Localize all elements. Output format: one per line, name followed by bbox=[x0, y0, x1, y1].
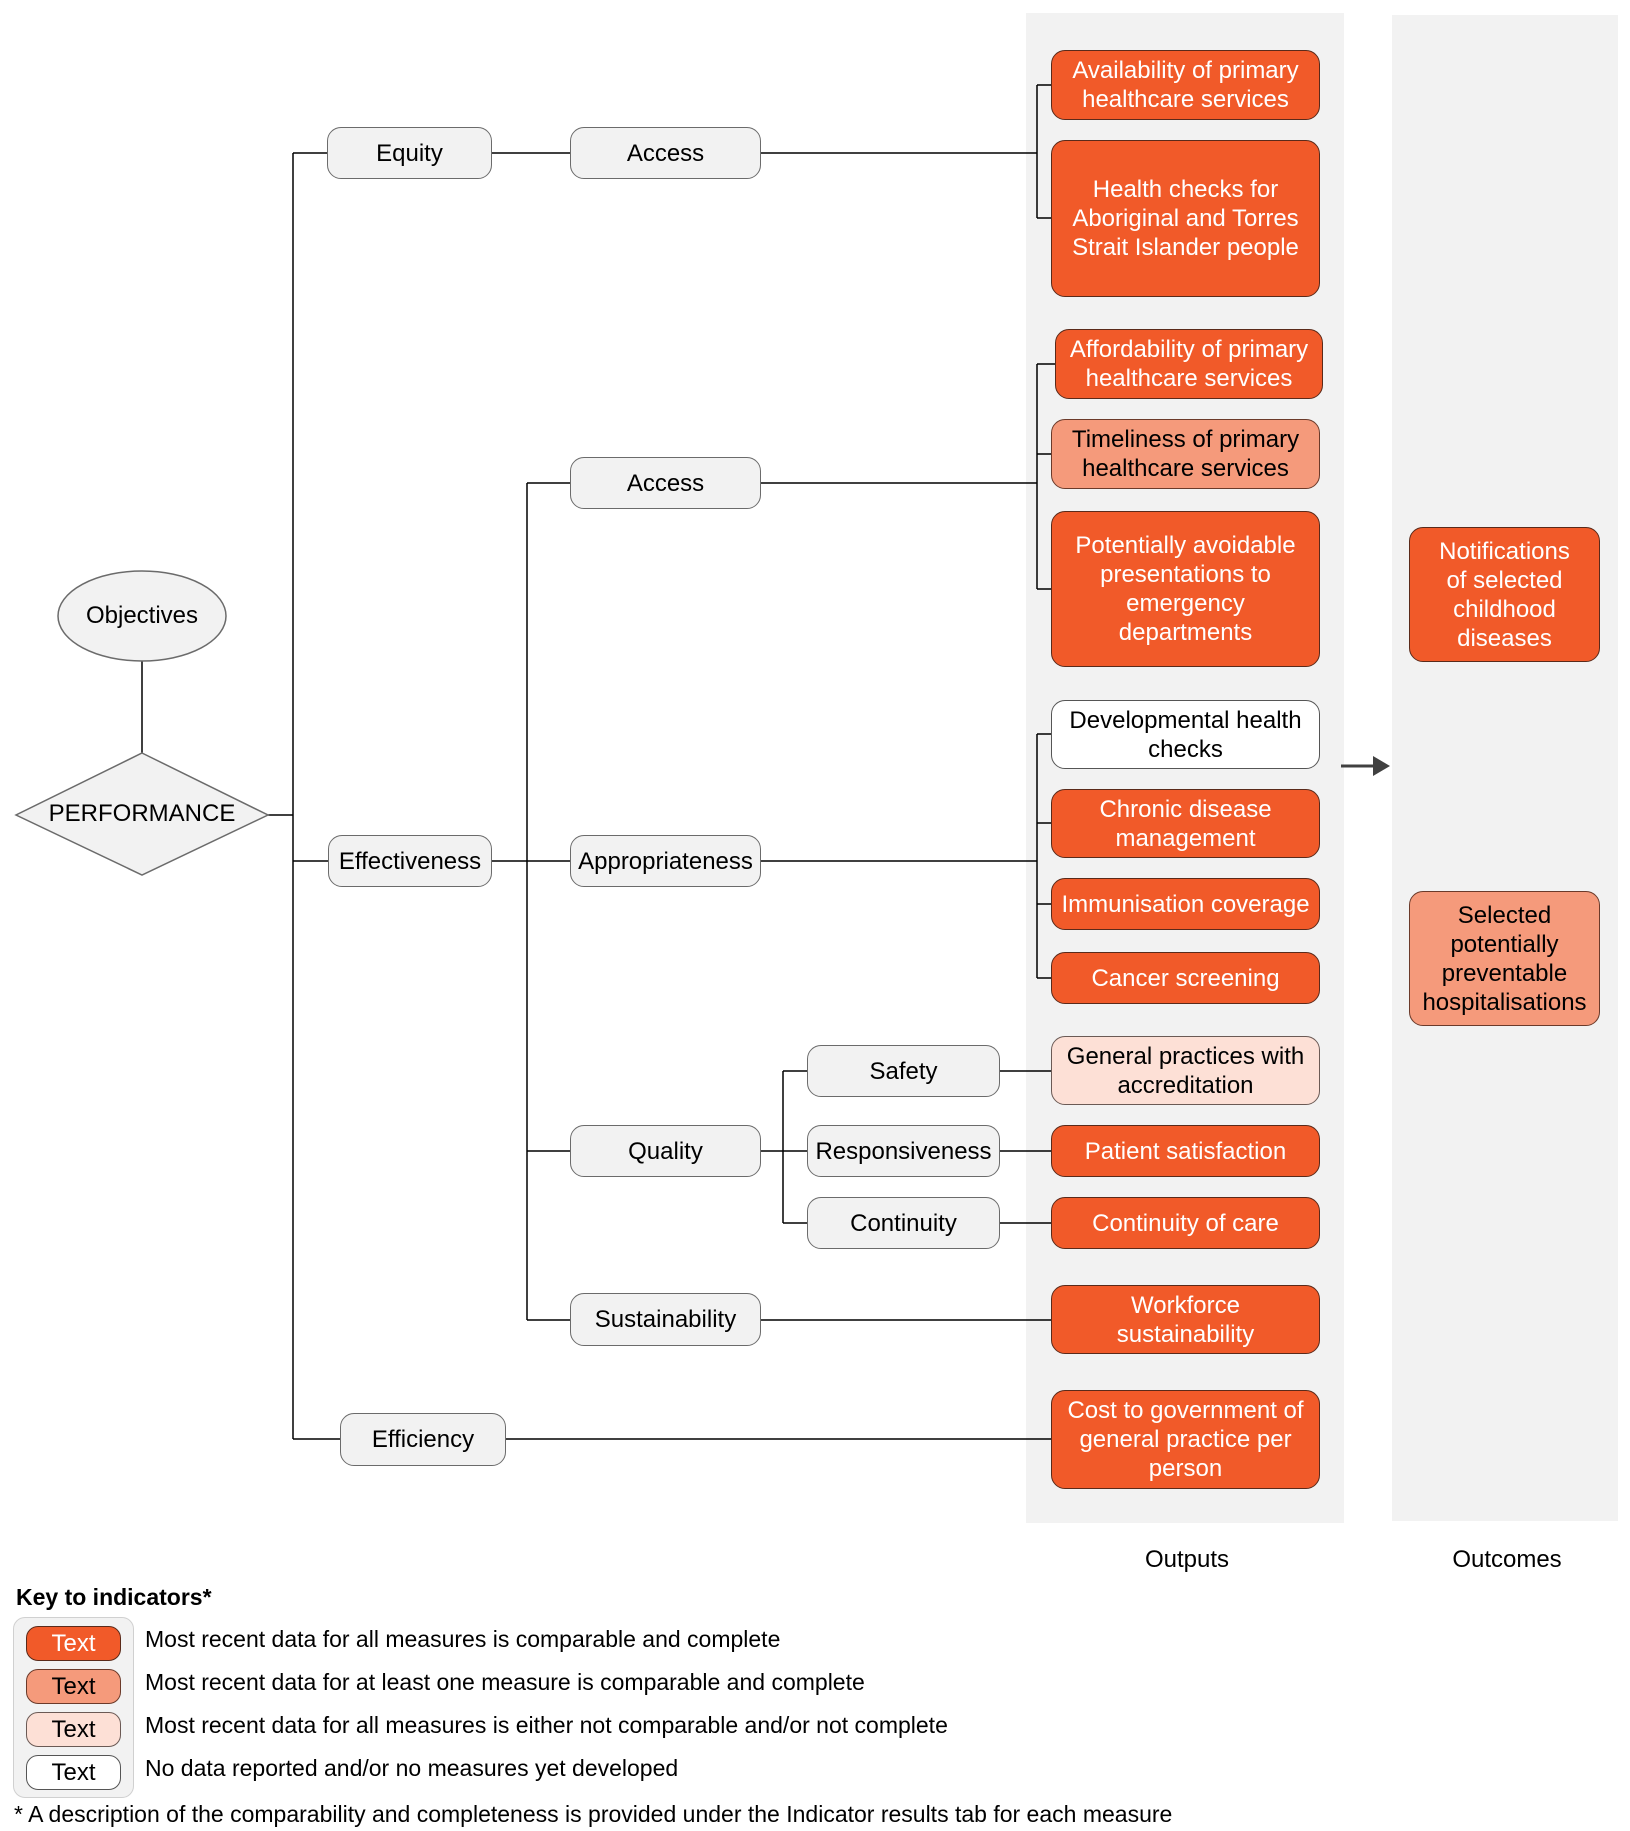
key-swatch-full: Text bbox=[26, 1626, 121, 1661]
key-swatch-no-data: Text bbox=[26, 1755, 121, 1790]
outcome-childhood-disease-notifications[interactable]: Notifications of selected childhood dise… bbox=[1409, 527, 1600, 662]
key-swatch-partial: Text bbox=[26, 1669, 121, 1704]
output-gp-accreditation[interactable]: General practices with accreditation bbox=[1051, 1036, 1320, 1105]
output-timeliness[interactable]: Timeliness of primary healthcare service… bbox=[1051, 419, 1320, 489]
key-description-not-comparable: Most recent data for all measures is eit… bbox=[145, 1712, 948, 1738]
output-chronic-disease-management[interactable]: Chronic disease management bbox=[1051, 789, 1320, 858]
outcomes-column-label: Outcomes bbox=[1452, 1546, 1562, 1573]
node-safety[interactable]: Safety bbox=[807, 1045, 1000, 1097]
node-appropriateness[interactable]: Appropriateness bbox=[570, 835, 761, 887]
node-equity-access[interactable]: Access bbox=[570, 127, 761, 179]
node-quality[interactable]: Quality bbox=[570, 1125, 761, 1177]
node-continuity[interactable]: Continuity bbox=[807, 1197, 1000, 1249]
output-affordability[interactable]: Affordability of primary healthcare serv… bbox=[1055, 329, 1323, 399]
output-cancer-screening[interactable]: Cancer screening bbox=[1051, 952, 1320, 1004]
node-equity[interactable]: Equity bbox=[327, 127, 492, 179]
output-developmental-health-checks[interactable]: Developmental health checks bbox=[1051, 700, 1320, 769]
output-patient-satisfaction[interactable]: Patient satisfaction bbox=[1051, 1125, 1320, 1177]
output-continuity-of-care[interactable]: Continuity of care bbox=[1051, 1197, 1320, 1249]
output-workforce-sustainability[interactable]: Workforce sustainability bbox=[1051, 1285, 1320, 1354]
key-footnote: * A description of the comparability and… bbox=[14, 1801, 1173, 1827]
key-description-partial: Most recent data for at least one measur… bbox=[145, 1669, 865, 1695]
output-health-checks-atsi[interactable]: Health checks for Aboriginal and Torres … bbox=[1051, 140, 1320, 297]
outputs-column-label: Outputs bbox=[1144, 1546, 1230, 1573]
node-sustainability[interactable]: Sustainability bbox=[570, 1293, 761, 1346]
output-cost-to-government[interactable]: Cost to government of general practice p… bbox=[1051, 1390, 1320, 1489]
output-availability[interactable]: Availability of primary healthcare servi… bbox=[1051, 50, 1320, 120]
key-description-full: Most recent data for all measures is com… bbox=[145, 1626, 781, 1652]
outcome-preventable-hospitalisations[interactable]: Selected potentially preventable hospita… bbox=[1409, 891, 1600, 1026]
key-title: Key to indicators* bbox=[16, 1584, 212, 1610]
right-arrow-icon bbox=[1341, 756, 1390, 776]
objectives-label: Objectives bbox=[85, 602, 199, 629]
output-immunisation-coverage[interactable]: Immunisation coverage bbox=[1051, 878, 1320, 930]
node-efficiency[interactable]: Efficiency bbox=[340, 1413, 506, 1466]
connector-lines bbox=[14, 84, 1390, 1440]
node-effectiveness[interactable]: Effectiveness bbox=[328, 835, 492, 887]
output-avoidable-ed-presentations[interactable]: Potentially avoidable presentations to e… bbox=[1051, 511, 1320, 667]
node-effectiveness-access[interactable]: Access bbox=[570, 457, 761, 509]
performance-label: PERFORMANCE bbox=[48, 800, 236, 827]
node-responsiveness[interactable]: Responsiveness bbox=[807, 1125, 1000, 1177]
key-swatch-not-comparable: Text bbox=[26, 1712, 121, 1747]
key-description-no-data: No data reported and/or no measures yet … bbox=[145, 1755, 679, 1781]
